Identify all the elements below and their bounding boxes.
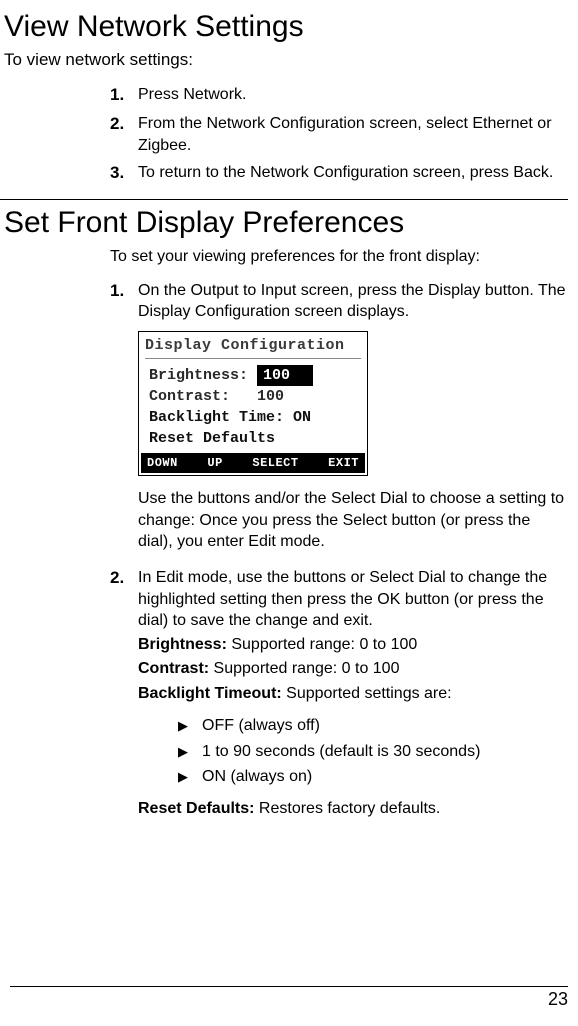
preamble-text: To set your viewing preferences for the … [0, 246, 568, 268]
lcd-row-reset: Reset Defaults [149, 428, 357, 449]
backlight-options: ▶OFF (always off) ▶1 to 90 seconds (defa… [138, 713, 568, 790]
step-text: To return to the Network Configuration s… [138, 162, 568, 185]
lcd-value: 100 [257, 388, 284, 405]
bullet-text: OFF (always off) [202, 713, 320, 739]
lcd-row-brightness: Brightness: 100 [149, 365, 357, 386]
triangle-icon: ▶ [178, 767, 202, 788]
lcd-title: Display Configuration [141, 334, 365, 358]
step-number: 1. [110, 280, 138, 561]
setting-text: Supported settings are: [282, 685, 452, 702]
lcd-row-backlight: Backlight Time: ON [149, 407, 357, 428]
bullet-text: 1 to 90 seconds (default is 30 seconds) [202, 739, 480, 765]
softkey-down: DOWN [147, 455, 178, 471]
step-item: 1. Press Network. [110, 84, 568, 107]
setting-label: Contrast: [138, 660, 209, 677]
bullet-text: ON (always on) [202, 764, 312, 790]
step-item: 1. On the Output to Input screen, press … [110, 280, 568, 561]
heading-view-network-settings: View Network Settings [0, 10, 568, 44]
lcd-title-underline [145, 358, 361, 359]
ok-button-ref: OK [377, 591, 400, 608]
step-post-text: Use the buttons and/or the Select Dial t… [138, 488, 568, 553]
steps-list-2: 1. On the Output to Input screen, press … [0, 280, 568, 820]
setting-text: Restores factory defaults. [254, 800, 440, 817]
setting-contrast: Contrast: Supported range: 0 to 100 [138, 658, 568, 680]
setting-label: Backlight Timeout: [138, 685, 282, 702]
section-divider [0, 199, 568, 200]
lcd-label: Brightness: [149, 367, 248, 384]
display-config-screen: Display Configuration Brightness: 100 Co… [138, 331, 368, 476]
lcd-softkeys: DOWN UP SELECT EXIT [141, 453, 365, 473]
setting-label: Reset Defaults: [138, 800, 254, 817]
step-text: On the Output to Input screen, press the… [138, 280, 568, 561]
step-number: 1. [110, 84, 138, 107]
step-number: 3. [110, 162, 138, 185]
step-item: 2. In Edit mode, use the buttons or Sele… [110, 567, 568, 819]
step-item: 2. From the Network Configuration screen… [110, 113, 568, 156]
softkey-up: UP [207, 455, 222, 471]
lcd-value-selected: 100 [257, 365, 313, 386]
step-number: 2. [110, 113, 138, 156]
setting-text: Supported range: 0 to 100 [209, 660, 399, 677]
setting-reset: Reset Defaults: Restores factory default… [138, 798, 568, 820]
display-button-ref: Display [428, 282, 480, 299]
lcd-row-contrast: Contrast: 100 [149, 386, 357, 407]
setting-text: Supported range: 0 to 100 [227, 636, 417, 653]
setting-brightness: Brightness: Supported range: 0 to 100 [138, 634, 568, 656]
bullet-item: ▶ON (always on) [178, 764, 568, 790]
intro-text: To view network settings: [0, 50, 568, 70]
triangle-icon: ▶ [178, 716, 202, 737]
setting-label: Brightness: [138, 636, 227, 653]
step-item: 3. To return to the Network Configuratio… [110, 162, 568, 185]
step-text-part: On the Output to Input screen, press the [138, 282, 428, 299]
step-text: Press Network. [138, 84, 568, 107]
step-number: 2. [110, 567, 138, 819]
lcd-value: ON [293, 409, 311, 426]
setting-backlight: Backlight Timeout: Supported settings ar… [138, 683, 568, 705]
heading-set-front-display: Set Front Display Preferences [0, 206, 568, 240]
softkey-exit: EXIT [328, 455, 359, 471]
step-text: In Edit mode, use the buttons or Select … [138, 567, 568, 819]
step-text: From the Network Configuration screen, s… [138, 113, 568, 156]
page-number: 23 [10, 986, 568, 1010]
bullet-item: ▶OFF (always off) [178, 713, 568, 739]
lcd-label: Backlight Time: [149, 409, 284, 426]
bullet-item: ▶1 to 90 seconds (default is 30 seconds) [178, 739, 568, 765]
lcd-label: Contrast: [149, 388, 230, 405]
softkey-select: SELECT [252, 455, 298, 471]
steps-list-1: 1. Press Network. 2. From the Network Co… [0, 84, 568, 185]
triangle-icon: ▶ [178, 742, 202, 763]
